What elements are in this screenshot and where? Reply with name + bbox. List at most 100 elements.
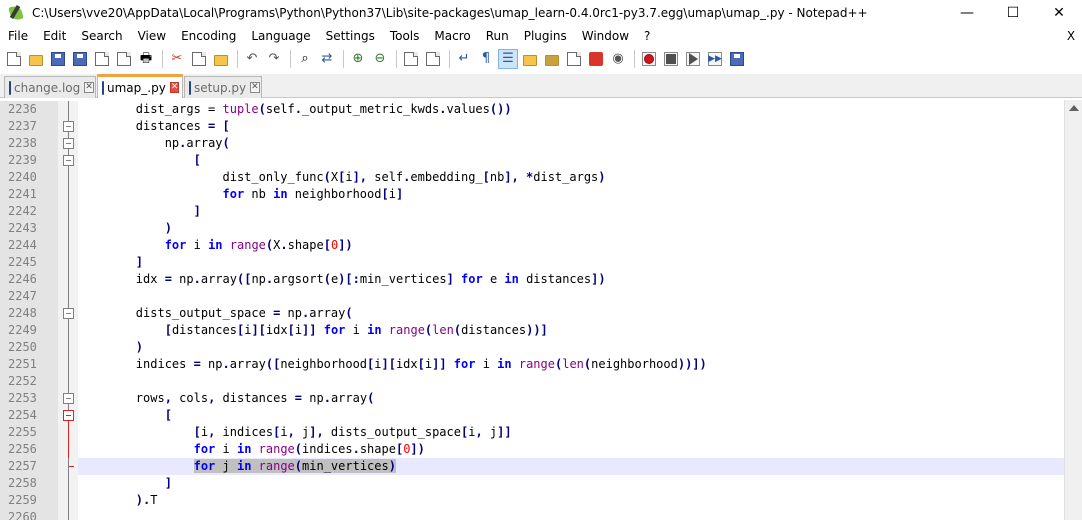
code-line[interactable]: 2239 [ xyxy=(0,152,1064,169)
code-text[interactable]: for nb in neighborhood[i] xyxy=(78,186,1064,203)
menu-tools[interactable]: Tools xyxy=(382,26,427,46)
word-wrap-button[interactable]: ↵ xyxy=(454,49,474,69)
code-text[interactable] xyxy=(78,288,1064,305)
redo-button[interactable]: ↷ xyxy=(264,49,284,69)
tab-close-icon[interactable]: ✕ xyxy=(250,82,260,93)
code-text[interactable] xyxy=(78,509,1064,520)
menu-help[interactable]: ? xyxy=(636,26,657,46)
minimize-button[interactable]: — xyxy=(944,0,990,26)
code-line[interactable]: 2242 ] xyxy=(0,203,1064,220)
code-text[interactable]: dist_args = tuple(self._output_metric_kw… xyxy=(78,101,1064,118)
print-button[interactable]: 🖶 xyxy=(136,49,156,69)
code-line[interactable]: 2251 indices = np.array([neighborhood[i]… xyxy=(0,356,1064,373)
fold-margin[interactable] xyxy=(58,203,78,220)
code-text[interactable]: [distances[i][idx[i]] for i in range(len… xyxy=(78,322,1064,339)
code-line[interactable]: 2253 rows, cols, distances = np.array( xyxy=(0,390,1064,407)
menu-edit[interactable]: Edit xyxy=(35,26,73,46)
fold-toggle-icon[interactable] xyxy=(63,393,74,404)
monitoring-button[interactable]: ◉ xyxy=(608,49,628,69)
record-macro-button[interactable] xyxy=(639,49,659,69)
user-language-button[interactable] xyxy=(520,49,540,69)
menu-search[interactable]: Search xyxy=(73,26,129,46)
fold-margin[interactable] xyxy=(58,390,78,407)
tab-setup-py[interactable]: setup.py ✕ xyxy=(184,76,262,98)
fold-toggle-icon[interactable] xyxy=(63,410,74,421)
scroll-up-icon[interactable] xyxy=(1069,105,1079,111)
code-text[interactable]: [ xyxy=(78,407,1064,424)
code-text[interactable]: ] xyxy=(78,254,1064,271)
tab-close-icon[interactable]: ✕ xyxy=(169,82,180,93)
menu-encoding[interactable]: Encoding xyxy=(173,26,243,46)
code-line[interactable]: 2247 xyxy=(0,288,1064,305)
code-text[interactable]: ] xyxy=(78,203,1064,220)
code-text[interactable]: [ xyxy=(78,152,1064,169)
code-line[interactable]: 2236 dist_args = tuple(self._output_metr… xyxy=(0,101,1064,118)
menu-plugins[interactable]: Plugins xyxy=(516,26,574,46)
fold-margin[interactable] xyxy=(58,186,78,203)
current-code-line[interactable]: 2257 for j in range(min_vertices) xyxy=(0,458,1064,475)
code-text[interactable]: dists_output_space = np.array( xyxy=(78,305,1064,322)
fold-margin[interactable] xyxy=(58,288,78,305)
code-text[interactable]: dist_only_func(X[i], self.embedding_[nb]… xyxy=(78,169,1064,186)
code-line[interactable]: 2245 ] xyxy=(0,254,1064,271)
replace-button[interactable]: ⇄ xyxy=(317,49,337,69)
code-line[interactable]: 2259 ).T xyxy=(0,492,1064,509)
code-text[interactable]: ] xyxy=(78,475,1064,492)
stop-macro-button[interactable] xyxy=(661,49,681,69)
fold-margin[interactable] xyxy=(58,373,78,390)
open-file-button[interactable] xyxy=(26,49,46,69)
code-text[interactable]: np.array( xyxy=(78,135,1064,152)
code-line[interactable]: 2249 [distances[i][idx[i]] for i in rang… xyxy=(0,322,1064,339)
tab-umap-py[interactable]: umap_.py ✕ xyxy=(97,74,183,98)
vertical-scrollbar[interactable] xyxy=(1064,100,1082,520)
fold-margin[interactable] xyxy=(58,271,78,288)
code-text[interactable]: for i in range(X.shape[0]) xyxy=(78,237,1064,254)
code-line[interactable]: 2246 idx = np.array([np.argsort(e)[:min_… xyxy=(0,271,1064,288)
code-line[interactable]: 2256 for i in range(indices.shape[0]) xyxy=(0,441,1064,458)
fold-margin[interactable] xyxy=(58,322,78,339)
fold-toggle-icon[interactable] xyxy=(63,155,74,166)
new-file-button[interactable] xyxy=(4,49,24,69)
folder-workspace-button[interactable] xyxy=(586,49,606,69)
code-text[interactable]: indices = np.array([neighborhood[i][idx[… xyxy=(78,356,1064,373)
menu-language[interactable]: Language xyxy=(243,26,317,46)
fold-margin[interactable] xyxy=(58,356,78,373)
code-text[interactable]: [i, indices[i, j], dists_output_space[i,… xyxy=(78,424,1064,441)
indent-guide-button[interactable]: ☰ xyxy=(498,49,518,69)
show-all-chars-button[interactable]: ¶ xyxy=(476,49,496,69)
zoom-out-button[interactable]: ⊖ xyxy=(370,49,390,69)
fold-margin[interactable] xyxy=(58,339,78,356)
fold-margin[interactable] xyxy=(58,509,78,520)
fold-toggle-icon[interactable] xyxy=(63,121,74,132)
tab-change-log[interactable]: change.log ✕ xyxy=(4,76,96,98)
code-line[interactable]: 2240 dist_only_func(X[i], self.embedding… xyxy=(0,169,1064,186)
fold-margin[interactable] xyxy=(58,441,78,458)
code-line[interactable]: 2255 [i, indices[i, j], dists_output_spa… xyxy=(0,424,1064,441)
fold-margin[interactable] xyxy=(58,458,78,475)
code-text[interactable]: idx = np.array([np.argsort(e)[:min_verti… xyxy=(78,271,1064,288)
menu-settings[interactable]: Settings xyxy=(318,26,382,46)
play-macro-button[interactable] xyxy=(683,49,703,69)
code-line[interactable]: 2248 dists_output_space = np.array( xyxy=(0,305,1064,322)
code-line[interactable]: 2258 ] xyxy=(0,475,1064,492)
code-text[interactable]: ) xyxy=(78,339,1064,356)
code-line[interactable]: 2260 xyxy=(0,509,1064,520)
menu-view[interactable]: View xyxy=(130,26,173,46)
copy-button[interactable] xyxy=(189,49,209,69)
close-file-button[interactable] xyxy=(92,49,112,69)
fold-toggle-icon[interactable] xyxy=(63,308,74,319)
sync-horizontal-button[interactable] xyxy=(423,49,443,69)
document-map-button[interactable] xyxy=(542,49,562,69)
code-text[interactable]: rows, cols, distances = np.array( xyxy=(78,390,1064,407)
fold-margin[interactable] xyxy=(58,475,78,492)
code-line[interactable]: 2244 for i in range(X.shape[0]) xyxy=(0,237,1064,254)
undo-button[interactable]: ↶ xyxy=(242,49,262,69)
fold-margin[interactable] xyxy=(58,254,78,271)
function-list-button[interactable] xyxy=(564,49,584,69)
save-button[interactable] xyxy=(48,49,68,69)
code-text[interactable]: for j in range(min_vertices) xyxy=(78,458,1064,475)
code-line[interactable]: 2241 for nb in neighborhood[i] xyxy=(0,186,1064,203)
zoom-in-button[interactable]: ⊕ xyxy=(348,49,368,69)
fold-margin[interactable] xyxy=(58,305,78,322)
code-text[interactable]: ) xyxy=(78,220,1064,237)
